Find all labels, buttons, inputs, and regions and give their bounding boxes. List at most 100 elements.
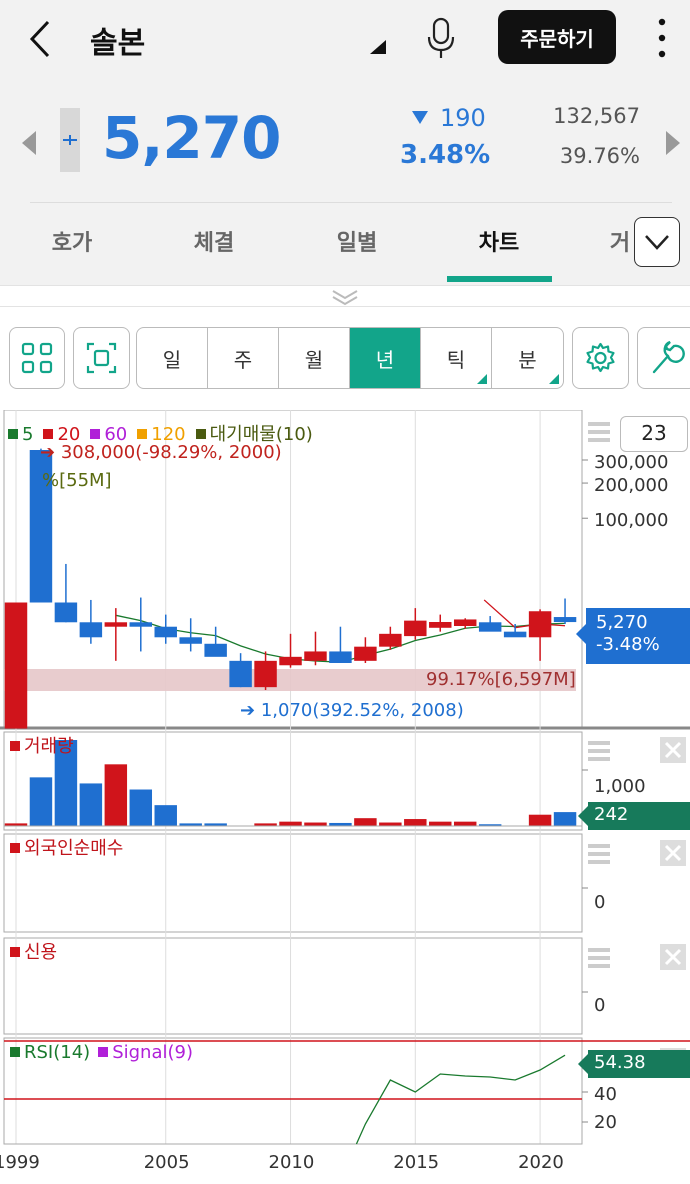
volume-bar xyxy=(104,764,128,826)
panel-menu-icon xyxy=(588,860,610,864)
candle-body xyxy=(104,622,128,627)
x-tick-label: 1999 xyxy=(0,1152,40,1173)
change-percent: 3.48% xyxy=(400,140,491,170)
candle-body xyxy=(553,617,577,623)
tab-bar: 호가 체결 일별 차트 거 xyxy=(0,215,690,282)
ma120-legend-swatch xyxy=(137,429,148,439)
candle-body xyxy=(453,619,477,626)
low-annotation: ➔ 1,070(392.52%, 2008) xyxy=(240,700,464,721)
volume-bar xyxy=(553,812,577,826)
layout-button[interactable] xyxy=(9,327,65,389)
period-minute-button[interactable]: 분 xyxy=(492,328,563,388)
tab-trades[interactable]: 체결 xyxy=(164,225,264,257)
volume-title: 거래량 xyxy=(10,732,74,758)
candle-body xyxy=(329,651,352,663)
grid-icon xyxy=(21,342,53,374)
candle-body xyxy=(229,660,252,688)
panel-menu-icon xyxy=(588,852,610,856)
chevron-down-icon xyxy=(645,235,669,250)
volume-bar xyxy=(29,777,53,826)
back-icon[interactable] xyxy=(22,16,58,62)
period-year-button[interactable]: 년 xyxy=(350,328,421,388)
mic-icon[interactable] xyxy=(424,16,458,60)
price-summary: 5,270 190 3.48% 132,567 39.76% 호가 체결 일별 … xyxy=(0,80,690,285)
tab-orderbook[interactable]: 호가 xyxy=(22,225,122,257)
candle-body xyxy=(204,643,227,657)
tab-chart[interactable]: 차트 xyxy=(449,225,549,257)
chart-panel-frame xyxy=(3,937,583,1035)
period-tick-button[interactable]: 틱 xyxy=(421,328,492,388)
prev-stock-icon[interactable] xyxy=(22,131,36,155)
volume-value-tag: 242 xyxy=(578,802,690,830)
wrench-icon xyxy=(652,340,685,374)
volume-bar xyxy=(304,822,327,826)
settings-button[interactable] xyxy=(572,327,629,389)
supply-band-label: 99.17%[6,597M] xyxy=(426,669,576,690)
panel-menu-icon xyxy=(588,430,610,434)
volume-tick-label: 1,000 xyxy=(594,776,646,797)
credit-legend-swatch xyxy=(10,947,20,957)
current-price: 5,270 xyxy=(102,104,281,172)
volume-bar xyxy=(129,789,153,826)
tab-daily[interactable]: 일별 xyxy=(307,225,407,257)
change-amount: 190 xyxy=(412,104,486,132)
volume-bar xyxy=(79,783,103,826)
x-tick-label: 2010 xyxy=(269,1152,315,1173)
more-options-icon[interactable] xyxy=(652,16,672,60)
rsi-value-tag: 54.38 xyxy=(578,1050,690,1078)
volume-bar xyxy=(279,821,302,826)
stock-selector-icon[interactable] xyxy=(370,40,386,54)
period-week-button[interactable]: 주 xyxy=(208,328,279,388)
submenu-corner-icon xyxy=(549,374,559,384)
rsi-tick-label: 40 xyxy=(594,1084,617,1105)
divider xyxy=(30,202,672,203)
period-day-button[interactable]: 일 xyxy=(137,328,208,388)
candle-body xyxy=(279,656,302,666)
credit-title: 신용 xyxy=(10,938,57,964)
app-header: 솔본 주문하기 xyxy=(0,0,690,80)
candle-body xyxy=(54,602,78,623)
candle-body xyxy=(154,626,177,638)
gear-icon xyxy=(586,342,615,373)
submenu-corner-icon xyxy=(477,374,487,384)
order-button[interactable]: 주문하기 xyxy=(498,10,616,64)
fullscreen-button[interactable] xyxy=(73,327,130,389)
period-month-button[interactable]: 월 xyxy=(279,328,350,388)
chart-toolbar: 일 주 월 년 틱 분 xyxy=(0,318,690,398)
panel-menu-icon xyxy=(588,948,610,952)
volume-legend-swatch xyxy=(10,741,20,751)
candle-body xyxy=(304,651,327,661)
candle-body xyxy=(129,622,153,627)
ma20-legend-swatch xyxy=(43,429,54,439)
down-arrow-icon xyxy=(412,111,428,124)
volume-bar xyxy=(379,822,402,826)
tab-expand-button[interactable] xyxy=(634,217,680,267)
double-chevron-down-icon xyxy=(332,290,358,306)
volume-bar xyxy=(154,805,177,826)
volume-bar xyxy=(404,819,427,826)
panel-menu-icon xyxy=(588,422,610,426)
volume-bar xyxy=(528,814,552,826)
panel-menu-icon xyxy=(588,749,610,753)
candle-body xyxy=(404,620,427,637)
volume-bar xyxy=(354,818,377,826)
tools-button[interactable] xyxy=(637,327,690,389)
credit-tick-label: 0 xyxy=(594,995,605,1016)
candle-body xyxy=(354,646,377,661)
signal-legend-swatch xyxy=(98,1047,109,1057)
next-stock-icon[interactable] xyxy=(666,131,680,155)
panel-menu-icon xyxy=(588,438,610,442)
panel-menu-icon xyxy=(588,964,610,968)
ma60-legend-swatch xyxy=(90,429,101,439)
volume-bar xyxy=(429,821,452,826)
candle-body xyxy=(254,660,277,688)
y-tick-label: 300,000 xyxy=(594,452,668,473)
collapse-handle[interactable] xyxy=(0,285,690,307)
stock-title[interactable]: 솔본 xyxy=(90,18,145,62)
x-tick-label: 2020 xyxy=(518,1152,564,1173)
supply-top-label: %[55M] xyxy=(42,470,112,491)
supply-legend-swatch xyxy=(195,429,206,439)
candle-count-input[interactable]: 23 xyxy=(620,416,688,452)
chart-area[interactable]: 1999 2005 2010 2015 2020 300,000200,000 100,00… xyxy=(0,410,690,1184)
panel-menu-icon xyxy=(588,844,610,848)
